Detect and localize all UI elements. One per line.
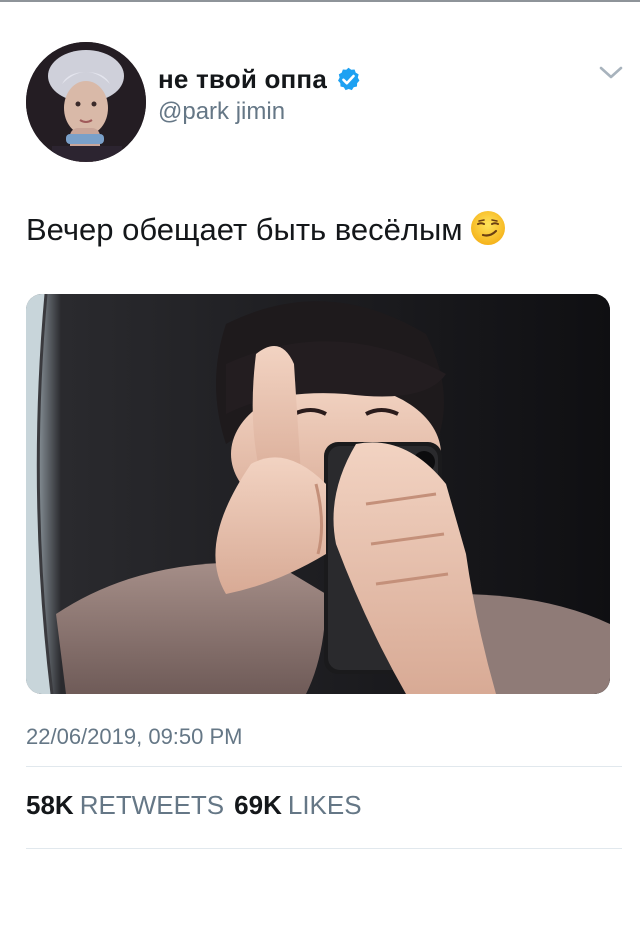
divider [26, 848, 622, 849]
tweet-photo[interactable] [26, 294, 610, 694]
tweet-timestamp: 22/06/2019, 09:50 PM [26, 724, 243, 749]
display-name[interactable]: не твой оппа [158, 64, 327, 95]
tweet-header: не твой оппа @park jimin [26, 42, 626, 166]
retweets-label[interactable]: RETWEETS [80, 790, 224, 821]
tweet-text: Вечер обещает быть весёлым [26, 208, 626, 252]
likes-label[interactable]: LIKES [288, 790, 362, 821]
avatar[interactable] [26, 42, 146, 162]
tweet-stats: 58K RETWEETS 69K LIKES [26, 790, 372, 821]
display-name-row: не твой оппа [158, 62, 362, 96]
photo-mirror-selfie [26, 294, 610, 694]
avatar-photo [26, 42, 146, 162]
likes-count[interactable]: 69K [234, 790, 282, 821]
verified-badge-icon [335, 66, 362, 93]
divider [26, 766, 622, 767]
chevron-down-icon[interactable] [598, 62, 624, 84]
tweet-text-content: Вечер обещает быть весёлым [26, 212, 463, 247]
smirking-face-icon [469, 209, 507, 247]
top-border [0, 0, 640, 2]
user-handle[interactable]: @park jimin [158, 98, 285, 126]
retweets-count[interactable]: 58K [26, 790, 74, 821]
